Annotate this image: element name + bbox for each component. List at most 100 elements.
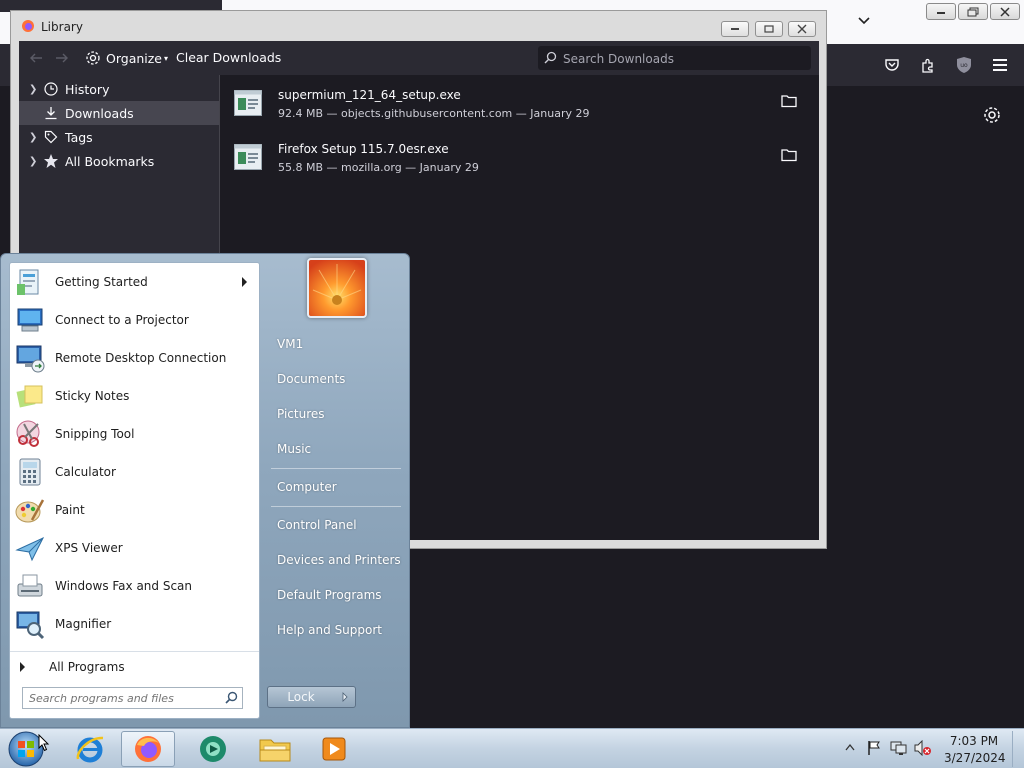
mouse-cursor-icon bbox=[38, 734, 50, 752]
library-maximize-button[interactable] bbox=[755, 21, 783, 37]
program-magnifier[interactable]: Magnifier bbox=[12, 606, 257, 642]
program-label: Windows Fax and Scan bbox=[55, 579, 193, 593]
volume-muted-icon[interactable] bbox=[914, 740, 932, 756]
pocket-icon[interactable] bbox=[881, 54, 903, 76]
download-item[interactable]: Firefox Setup 115.7.0esr.exe 55.8 MB — m… bbox=[220, 129, 819, 183]
show-hidden-icons-arrow[interactable] bbox=[845, 743, 855, 751]
program-label: Calculator bbox=[55, 465, 116, 479]
organize-button[interactable]: Organize ▾ bbox=[85, 47, 168, 69]
program-label: Remote Desktop Connection bbox=[55, 351, 227, 365]
taskbar-media-player[interactable] bbox=[307, 731, 361, 767]
start-search-input[interactable] bbox=[29, 690, 219, 706]
settings-gear-icon[interactable] bbox=[982, 105, 1002, 125]
extensions-icon[interactable] bbox=[917, 54, 939, 76]
start-menu: Getting Started Connect to a Projector R… bbox=[0, 253, 410, 728]
start-link-music[interactable]: Music bbox=[269, 434, 404, 464]
expand-twisty-icon[interactable]: ❯ bbox=[29, 156, 39, 167]
taskbar-internet-explorer[interactable] bbox=[63, 731, 117, 767]
download-item[interactable]: supermium_121_64_setup.exe 92.4 MB — obj… bbox=[220, 75, 819, 129]
program-label: Snipping Tool bbox=[55, 427, 135, 441]
ublock-shield-icon[interactable]: uo bbox=[953, 54, 975, 76]
program-xps-viewer[interactable]: XPS Viewer bbox=[12, 530, 257, 566]
taskbar: 7:03 PM 3/27/2024 bbox=[0, 728, 1024, 768]
expand-twisty-icon[interactable]: ❯ bbox=[29, 132, 39, 143]
sidebar-item-history[interactable]: ❯ History bbox=[19, 77, 219, 101]
library-minimize-button[interactable] bbox=[721, 21, 749, 37]
organize-label: Organize bbox=[106, 50, 162, 66]
installer-file-icon bbox=[234, 144, 262, 170]
start-link-control-panel[interactable]: Control Panel bbox=[269, 510, 404, 540]
fax-scan-icon bbox=[17, 574, 43, 597]
lock-button[interactable]: Lock bbox=[267, 686, 335, 708]
program-remote-desktop[interactable]: Remote Desktop Connection bbox=[12, 340, 257, 376]
program-label: Connect to a Projector bbox=[55, 313, 189, 327]
media-center-icon bbox=[200, 736, 226, 762]
program-connect-to-projector[interactable]: Connect to a Projector bbox=[12, 302, 257, 338]
shutdown-options-arrow-icon[interactable] bbox=[334, 686, 356, 708]
sticky-notes-icon bbox=[16, 385, 43, 408]
forward-arrow-icon[interactable] bbox=[55, 51, 69, 65]
firefox-logo-icon bbox=[21, 19, 35, 33]
library-titlebar[interactable]: Library bbox=[11, 11, 826, 41]
clock-icon bbox=[43, 81, 59, 97]
program-paint[interactable]: Paint bbox=[12, 492, 257, 528]
tab-list-chevron-icon[interactable] bbox=[856, 13, 872, 29]
library-close-button[interactable] bbox=[788, 21, 816, 37]
clock-time[interactable]: 7:03 PM bbox=[944, 734, 1004, 748]
library-title: Library bbox=[41, 20, 83, 34]
start-link-computer[interactable]: Computer bbox=[269, 472, 404, 502]
user-account-picture[interactable] bbox=[307, 258, 367, 318]
start-link-user-folder[interactable]: VM1 bbox=[269, 329, 404, 359]
program-getting-started[interactable]: Getting Started bbox=[12, 264, 257, 300]
open-folder-icon[interactable] bbox=[781, 94, 797, 108]
clear-downloads-button[interactable]: Clear Downloads bbox=[176, 50, 281, 65]
all-programs-label: All Programs bbox=[49, 660, 125, 674]
start-link-devices-printers[interactable]: Devices and Printers bbox=[269, 545, 404, 575]
search-magnifier-icon[interactable] bbox=[225, 691, 238, 704]
sidebar-label: All Bookmarks bbox=[65, 153, 155, 169]
action-center-flag-icon[interactable] bbox=[866, 740, 882, 756]
calculator-icon bbox=[19, 458, 41, 486]
bg-minimize-button[interactable] bbox=[926, 3, 956, 20]
all-programs-button[interactable]: All Programs bbox=[10, 651, 259, 682]
program-fax-and-scan[interactable]: Windows Fax and Scan bbox=[12, 568, 257, 604]
program-calculator[interactable]: Calculator bbox=[12, 454, 257, 490]
search-downloads-placeholder: Search Downloads bbox=[563, 52, 674, 66]
search-downloads-field[interactable]: Search Downloads bbox=[538, 46, 811, 70]
start-link-pictures[interactable]: Pictures bbox=[269, 399, 404, 429]
sidebar-item-all-bookmarks[interactable]: ❯ All Bookmarks bbox=[19, 149, 219, 173]
expand-twisty-icon[interactable]: ❯ bbox=[29, 84, 39, 95]
open-folder-icon[interactable] bbox=[781, 148, 797, 162]
hamburger-menu-icon[interactable] bbox=[989, 54, 1011, 76]
program-snipping-tool[interactable]: Snipping Tool bbox=[12, 416, 257, 452]
remote-desktop-icon bbox=[16, 345, 45, 373]
sidebar-item-downloads[interactable]: Downloads bbox=[19, 101, 219, 125]
start-link-help-support[interactable]: Help and Support bbox=[269, 615, 404, 645]
bg-restore-button[interactable] bbox=[958, 3, 988, 20]
taskbar-media-center[interactable] bbox=[186, 731, 240, 767]
bg-close-button[interactable] bbox=[990, 3, 1020, 20]
search-icon bbox=[544, 51, 557, 64]
program-label: Sticky Notes bbox=[55, 389, 130, 403]
explorer-folder-icon bbox=[259, 739, 291, 762]
start-separator bbox=[271, 506, 401, 507]
tag-icon bbox=[43, 129, 59, 145]
program-label: Magnifier bbox=[55, 617, 112, 631]
network-icon[interactable] bbox=[890, 740, 908, 756]
taskbar-windows-explorer[interactable] bbox=[248, 731, 302, 767]
organize-dropdown-icon: ▾ bbox=[164, 53, 169, 63]
clock-date[interactable]: 3/27/2024 bbox=[944, 751, 1006, 765]
start-search-box[interactable] bbox=[22, 687, 243, 709]
program-sticky-notes[interactable]: Sticky Notes bbox=[12, 378, 257, 414]
firefox-icon bbox=[135, 736, 161, 762]
start-link-documents[interactable]: Documents bbox=[269, 364, 404, 394]
sidebar-item-tags[interactable]: ❯ Tags bbox=[19, 125, 219, 149]
start-link-default-programs[interactable]: Default Programs bbox=[269, 580, 404, 610]
back-arrow-icon[interactable] bbox=[29, 51, 43, 65]
taskbar-firefox[interactable] bbox=[121, 731, 175, 767]
show-desktop-button[interactable] bbox=[1012, 731, 1024, 767]
submenu-arrow-icon bbox=[242, 277, 247, 287]
download-icon bbox=[43, 105, 59, 121]
program-label: Paint bbox=[55, 503, 85, 517]
sidebar-label: History bbox=[65, 81, 110, 97]
